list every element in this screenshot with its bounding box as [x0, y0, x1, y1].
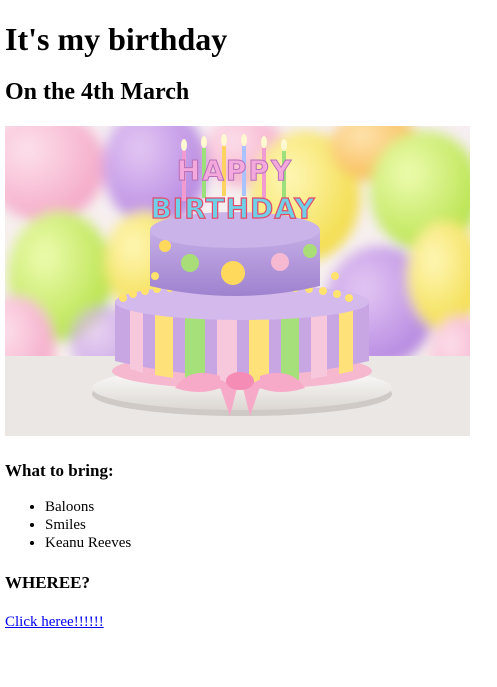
list-item: Keanu Reeves: [45, 534, 131, 552]
bring-list: Baloons Smiles Keanu Reeves: [5, 498, 131, 552]
list-item: Baloons: [45, 498, 131, 516]
bring-heading: What to bring:: [5, 461, 114, 480]
birthday-cake-image: HAPPY BIRTHDAY: [5, 126, 470, 436]
where-heading: WHEREE?: [5, 573, 91, 592]
page-subtitle: On the 4th March: [5, 79, 190, 105]
cake-topper-happy: HAPPY: [177, 154, 293, 187]
location-link[interactable]: Click heree!!!!!!: [5, 612, 104, 632]
page-title: It's my birthday: [5, 21, 228, 57]
list-item: Smiles: [45, 516, 131, 534]
cake-topper-birthday: BIRTHDAY: [150, 192, 315, 225]
